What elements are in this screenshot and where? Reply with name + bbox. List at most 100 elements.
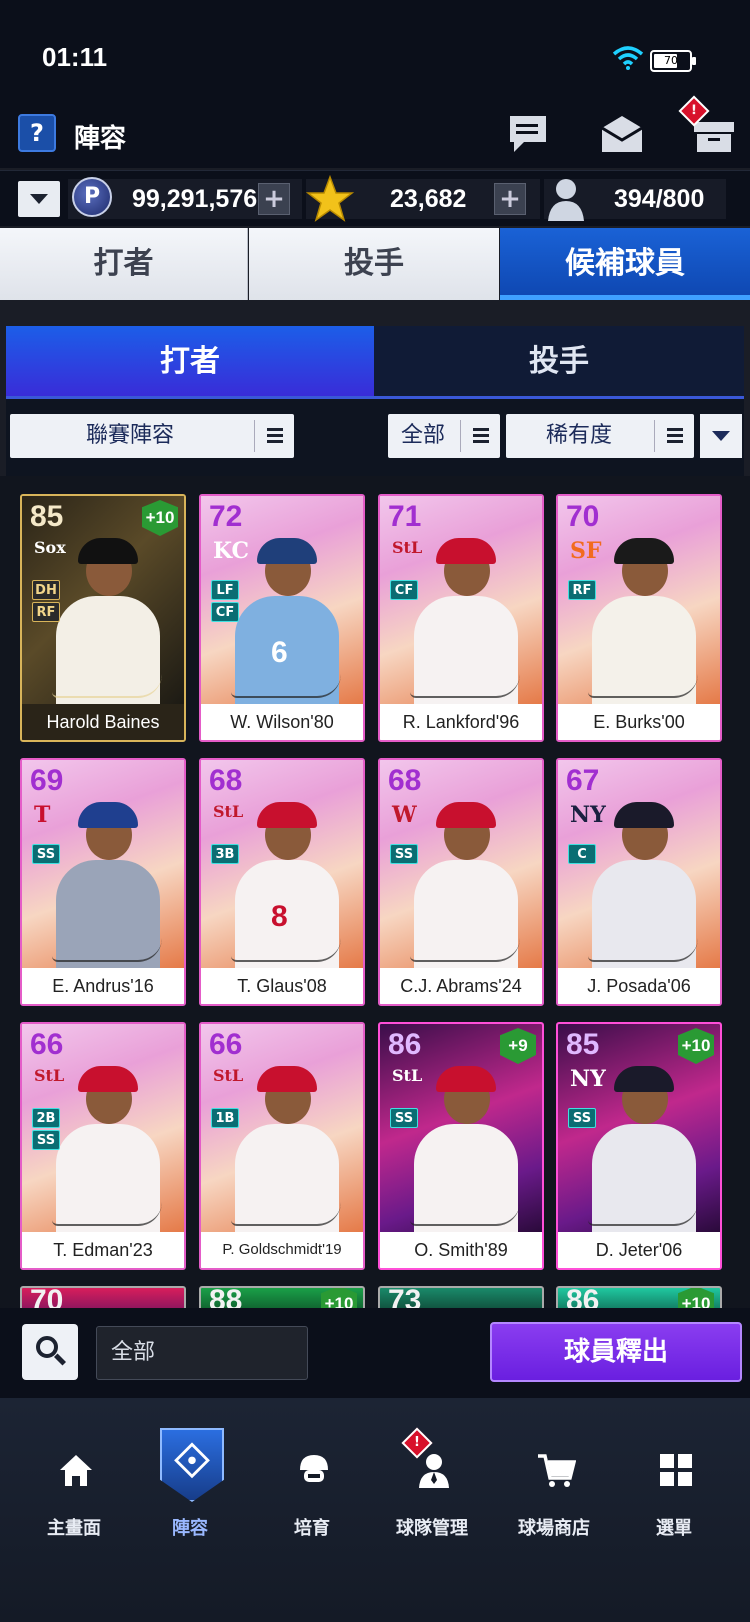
player-card[interactable]: 6 72 KC LF CF W. Wilson'80 xyxy=(199,494,365,742)
list-menu-icon xyxy=(460,420,500,452)
all-filter-select[interactable]: 全部 xyxy=(388,414,500,458)
player-card[interactable]: 70 SF RF E. Burks'00 xyxy=(556,494,722,742)
search-button[interactable] xyxy=(22,1324,78,1380)
search-input[interactable]: 全部 xyxy=(96,1326,308,1380)
player-card[interactable]: 68 W SS C.J. Abrams'24 xyxy=(378,758,544,1006)
player-card[interactable]: 71 StL CF R. Lankford'96 xyxy=(378,494,544,742)
player-card[interactable]: 73 xyxy=(378,1286,544,1308)
team-logo: Sox xyxy=(34,538,66,557)
position-badge: RF xyxy=(32,602,60,622)
player-silhouette-icon xyxy=(548,179,584,221)
upgrade-bonus-badge: +10 xyxy=(678,1288,714,1308)
position-badge: RF xyxy=(568,580,596,600)
menu-grid-icon xyxy=(660,1454,692,1486)
position-badge: SS xyxy=(568,1108,596,1128)
battery-icon: 70 xyxy=(650,50,696,72)
tab-reserves[interactable]: 候補球員 xyxy=(500,228,750,300)
team-manage-icon xyxy=(419,1454,449,1488)
add-stars-button[interactable]: + xyxy=(494,183,526,215)
rarity-sort-select[interactable]: 稀有度 xyxy=(506,414,694,458)
team-logo: NY xyxy=(570,1066,606,1092)
player-card[interactable]: 66 StL 2B SS T. Edman'23 xyxy=(20,1022,186,1270)
player-card-grid: 85 Sox DH RF +10 Harold Baines 6 72 KC LF CF W. Wil… xyxy=(0,476,750,1308)
team-logo: NY xyxy=(570,802,606,828)
tab-batters[interactable]: 打者 xyxy=(0,228,248,300)
currency-bar: 99,291,576 P + 23,682 + 394/800 xyxy=(0,170,750,226)
team-logo: KC xyxy=(213,538,250,564)
bottom-nav: 主畫面 陣容 培育 ! 球隊管理 球場商店 選單 xyxy=(0,1398,750,1622)
signature xyxy=(231,1202,341,1226)
signature xyxy=(588,674,698,698)
position-badge: 2B xyxy=(32,1108,60,1128)
nav-training[interactable]: 培育 xyxy=(252,1398,372,1558)
sort-order-button[interactable] xyxy=(700,414,742,458)
team-logo: SF xyxy=(570,538,602,564)
help-button[interactable]: ? xyxy=(18,114,56,152)
player-name: T. Edman'23 xyxy=(22,1232,184,1268)
overall-rating: 70 xyxy=(30,1286,64,1308)
currency-dropdown-button[interactable] xyxy=(18,181,60,217)
add-points-button[interactable]: + xyxy=(258,183,290,215)
overall-rating: 85 xyxy=(30,500,64,533)
player-card[interactable]: 86 StL SS +9 O. Smith'89 xyxy=(378,1022,544,1270)
overall-rating: 71 xyxy=(388,500,422,533)
overall-rating: 86 xyxy=(388,1028,422,1061)
nav-team-management[interactable]: ! 球隊管理 xyxy=(372,1398,492,1558)
player-name: R. Lankford'96 xyxy=(380,704,542,740)
position-badge: 1B xyxy=(211,1108,239,1128)
points-value: 99,291,576 xyxy=(132,185,258,213)
team-logo: StL xyxy=(34,1066,65,1085)
nav-label: 球隊管理 xyxy=(396,1518,468,1539)
player-card[interactable]: 85 Sox DH RF +10 Harold Baines xyxy=(20,494,186,742)
main-tabs: 打者 投手 候補球員 xyxy=(0,228,750,300)
status-bar: 01:11 70 xyxy=(0,0,750,100)
lineup-filter-label: 聯賽陣容 xyxy=(85,423,174,448)
position-badge: DH xyxy=(32,580,60,600)
subtab-pitchers[interactable]: 投手 xyxy=(374,326,744,398)
tab-pitchers[interactable]: 投手 xyxy=(249,228,499,300)
nav-shop[interactable]: 球場商店 xyxy=(494,1398,614,1558)
team-logo: StL xyxy=(392,538,423,557)
team-logo: StL xyxy=(392,1066,423,1085)
player-card[interactable]: 70 xyxy=(20,1286,186,1308)
roster-count: 394/800 xyxy=(614,185,705,213)
signature xyxy=(588,938,698,962)
nav-home[interactable]: 主畫面 xyxy=(14,1398,134,1558)
lineup-shield-icon xyxy=(160,1428,224,1502)
overall-rating: 66 xyxy=(209,1028,243,1061)
nav-lineup[interactable]: 陣容 xyxy=(130,1398,250,1558)
player-card[interactable]: 8 68 StL 3B T. Glaus'08 xyxy=(199,758,365,1006)
player-card[interactable]: 86 +10 xyxy=(556,1286,722,1308)
nav-label: 主畫面 xyxy=(47,1518,101,1539)
signature xyxy=(231,938,341,962)
battery-level: 70 xyxy=(664,54,678,67)
mail-icon[interactable] xyxy=(598,110,646,158)
home-icon xyxy=(60,1455,92,1486)
player-card[interactable]: 85 NY SS +10 D. Jeter'06 xyxy=(556,1022,722,1270)
player-name: J. Posada'06 xyxy=(558,968,720,1004)
jersey-number: 6 xyxy=(271,636,288,669)
list-menu-icon xyxy=(254,420,294,452)
player-name: T. Glaus'08 xyxy=(201,968,363,1004)
overall-rating: 68 xyxy=(388,764,422,797)
chat-icon[interactable] xyxy=(504,110,552,158)
position-badge: CF xyxy=(211,602,239,622)
position-badge: CF xyxy=(390,580,418,600)
clock: 01:11 xyxy=(42,42,108,72)
release-player-button[interactable]: 球員釋出 xyxy=(490,1322,742,1382)
nav-label: 陣容 xyxy=(172,1518,208,1539)
player-card[interactable]: 67 NY C J. Posada'06 xyxy=(556,758,722,1006)
player-card[interactable]: 69 T SS E. Andrus'16 xyxy=(20,758,186,1006)
title-bar: ? 陣容 ! xyxy=(0,95,750,168)
position-badge: SS xyxy=(390,844,418,864)
jersey-number: 8 xyxy=(271,900,288,933)
nav-menu[interactable]: 選單 xyxy=(614,1398,734,1558)
subtab-divider xyxy=(6,396,744,399)
player-card[interactable]: 88 +10 xyxy=(199,1286,365,1308)
subtab-batters[interactable]: 打者 xyxy=(6,326,374,398)
overall-rating: 85 xyxy=(566,1028,600,1061)
position-badge: 3B xyxy=(211,844,239,864)
lineup-filter-select[interactable]: 聯賽陣容 xyxy=(10,414,294,458)
player-card[interactable]: 66 StL 1B P. Goldschmidt'19 xyxy=(199,1022,365,1270)
wifi-icon xyxy=(612,46,644,70)
